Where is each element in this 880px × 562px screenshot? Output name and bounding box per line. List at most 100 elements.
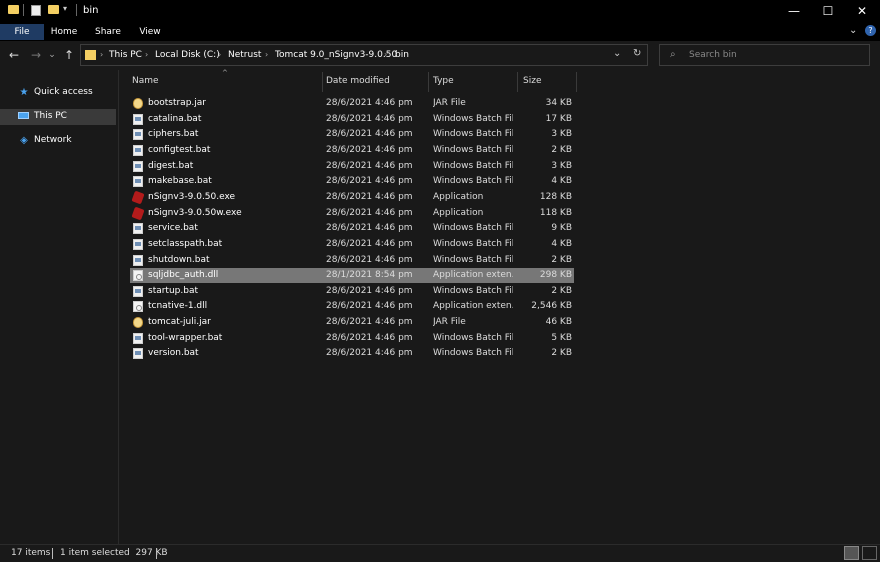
- file-size: 118 KB: [539, 207, 572, 218]
- column-divider[interactable]: [576, 72, 577, 92]
- file-row[interactable]: tomcat-juli.jar 28/6/2021 4:46 pm JAR File…: [130, 315, 574, 330]
- file-size: 298 KB: [539, 270, 572, 281]
- dll-file-icon: [133, 270, 143, 282]
- file-size: 34 KB: [545, 98, 572, 108]
- file-date: 28/6/2021 4:46 pm: [326, 301, 413, 312]
- file-row[interactable]: nSignv3-9.0.50.exe 28/6/2021 4:46 pm Appli…: [130, 190, 574, 205]
- column-divider[interactable]: [322, 72, 323, 92]
- refresh-icon[interactable]: ↻: [633, 48, 641, 59]
- file-type: JAR File: [433, 98, 466, 108]
- breadcrumb-bin[interactable]: bin: [395, 50, 409, 60]
- column-header-type[interactable]: Type: [433, 70, 513, 92]
- file-size: 4 KB: [551, 176, 572, 187]
- breadcrumb-this-pc[interactable]: This PC: [109, 50, 142, 60]
- search-placeholder: Search bin: [689, 50, 737, 60]
- tab-file[interactable]: File: [0, 24, 44, 40]
- file-type: Windows Batch File: [433, 176, 513, 187]
- file-row[interactable]: catalina.bat 28/6/2021 4:46 pm Windows Bat…: [130, 112, 574, 127]
- file-size: 17 KB: [545, 113, 572, 124]
- nav-item-this-pc[interactable]: This PC: [0, 109, 116, 125]
- maximize-button[interactable]: ☐: [811, 0, 845, 23]
- file-row[interactable]: digest.bat 28/6/2021 4:46 pm Windows Batch…: [130, 159, 574, 174]
- file-name: sqljdbc_auth.dll: [148, 270, 219, 281]
- file-type: Windows Batch File: [433, 348, 513, 359]
- file-date: 28/6/2021 4:46 pm: [326, 113, 413, 124]
- file-name: tcnative-1.dll: [148, 301, 208, 312]
- file-size: 5 KB: [551, 332, 572, 343]
- close-button[interactable]: ✕: [845, 0, 879, 23]
- file-row[interactable]: setclasspath.bat 28/6/2021 4:46 pm Windows…: [130, 237, 574, 252]
- file-size: 2 KB: [551, 348, 572, 359]
- computer-icon: [18, 111, 30, 122]
- recent-locations-button[interactable]: ⌄: [44, 47, 60, 63]
- tab-home[interactable]: Home: [46, 24, 82, 40]
- file-name: tool-wrapper.bat: [148, 332, 223, 343]
- details-view-icon[interactable]: [844, 546, 859, 560]
- column-header-name[interactable]: Name: [132, 70, 322, 92]
- bat-file-icon: [133, 144, 143, 156]
- file-row[interactable]: configtest.bat 28/6/2021 4:46 pm Windows B…: [130, 143, 574, 158]
- bat-file-icon: [133, 223, 143, 235]
- file-row[interactable]: service.bat 28/6/2021 4:46 pm Windows Batc…: [130, 221, 574, 236]
- new-folder-icon[interactable]: [48, 5, 59, 14]
- breadcrumb-separator: ›: [265, 50, 269, 59]
- file-date: 28/6/2021 4:46 pm: [326, 317, 413, 328]
- file-type: Windows Batch File: [433, 160, 513, 171]
- properties-icon[interactable]: [31, 5, 41, 16]
- forward-button[interactable]: →: [28, 47, 44, 63]
- file-type: Windows Batch File: [433, 144, 513, 155]
- nav-item-quick-access[interactable]: ★ Quick access: [0, 85, 116, 101]
- breadcrumb-local-disk[interactable]: Local Disk (C:): [155, 50, 220, 60]
- file-size: 9 KB: [551, 223, 572, 234]
- column-divider[interactable]: [428, 72, 429, 92]
- column-header-size[interactable]: Size: [523, 70, 573, 92]
- column-divider[interactable]: [517, 72, 518, 92]
- breadcrumb-tomcat[interactable]: Tomcat 9.0_nSignv3-9.0.50: [275, 50, 397, 60]
- folder-icon: [85, 50, 96, 60]
- file-size: 3 KB: [551, 129, 572, 140]
- breadcrumb-netrust[interactable]: Netrust: [228, 50, 261, 60]
- file-name: catalina.bat: [148, 113, 202, 124]
- file-name: configtest.bat: [148, 144, 211, 155]
- file-row[interactable]: makebase.bat 28/6/2021 4:46 pm Windows Bat…: [130, 174, 574, 189]
- back-button[interactable]: ←: [6, 47, 22, 63]
- file-row[interactable]: sqljdbc_auth.dll 28/1/2021 8:54 pm Applica…: [130, 268, 574, 284]
- file-date: 28/6/2021 4:46 pm: [326, 98, 413, 108]
- file-row[interactable]: nSignv3-9.0.50w.exe 28/6/2021 4:46 pm Appl…: [130, 206, 574, 221]
- file-date: 28/6/2021 4:46 pm: [326, 285, 413, 296]
- exe-file-icon: [131, 206, 145, 220]
- file-name: ciphers.bat: [148, 129, 199, 140]
- file-size: 3 KB: [551, 160, 572, 171]
- expand-ribbon-icon[interactable]: ⌄: [849, 25, 857, 36]
- file-row[interactable]: bootstrap.jar 28/6/2021 4:46 pm JAR File 34…: [130, 96, 574, 111]
- bat-file-icon: [133, 160, 143, 172]
- file-list: ^ Name Date modified Type Size bootstrap…: [119, 69, 880, 544]
- column-header-date[interactable]: Date modified: [326, 70, 426, 92]
- file-row[interactable]: startup.bat 28/6/2021 4:46 pm Windows Batc…: [130, 284, 574, 299]
- up-button[interactable]: ↑: [61, 47, 77, 63]
- search-icon: ⌕: [670, 49, 676, 60]
- help-icon[interactable]: ?: [865, 25, 876, 36]
- file-row[interactable]: tool-wrapper.bat 28/6/2021 4:46 pm Windows…: [130, 331, 574, 346]
- search-box[interactable]: ⌕ Search bin: [659, 44, 870, 66]
- nav-item-label: This PC: [34, 111, 67, 121]
- file-row[interactable]: shutdown.bat 28/6/2021 4:46 pm Windows Bat…: [130, 253, 574, 268]
- file-date: 28/6/2021 4:46 pm: [326, 254, 413, 265]
- breadcrumb-separator: ›: [384, 50, 388, 59]
- file-row[interactable]: ciphers.bat 28/6/2021 4:46 pm Windows Batc…: [130, 127, 574, 142]
- status-divider: [52, 548, 53, 559]
- file-name: bootstrap.jar: [148, 98, 206, 108]
- minimize-button[interactable]: —: [777, 0, 811, 23]
- large-icons-view-icon[interactable]: [862, 546, 877, 560]
- customize-toolbar-icon[interactable]: ▾: [63, 4, 67, 13]
- address-dropdown-icon[interactable]: ⌄: [613, 48, 621, 59]
- file-type: Application exten...: [433, 301, 513, 312]
- file-date: 28/6/2021 4:46 pm: [326, 129, 413, 140]
- nav-item-network[interactable]: ◈ Network: [0, 133, 116, 149]
- tab-view[interactable]: View: [132, 24, 168, 40]
- tab-share[interactable]: Share: [90, 24, 126, 40]
- file-type: Application exten...: [433, 270, 513, 281]
- file-row[interactable]: version.bat 28/6/2021 4:46 pm Windows Batc…: [130, 346, 574, 361]
- address-bar[interactable]: › This PC › Local Disk (C:) › Netrust › …: [80, 44, 648, 66]
- file-row[interactable]: tcnative-1.dll 28/6/2021 4:46 pm Applicati…: [130, 299, 574, 314]
